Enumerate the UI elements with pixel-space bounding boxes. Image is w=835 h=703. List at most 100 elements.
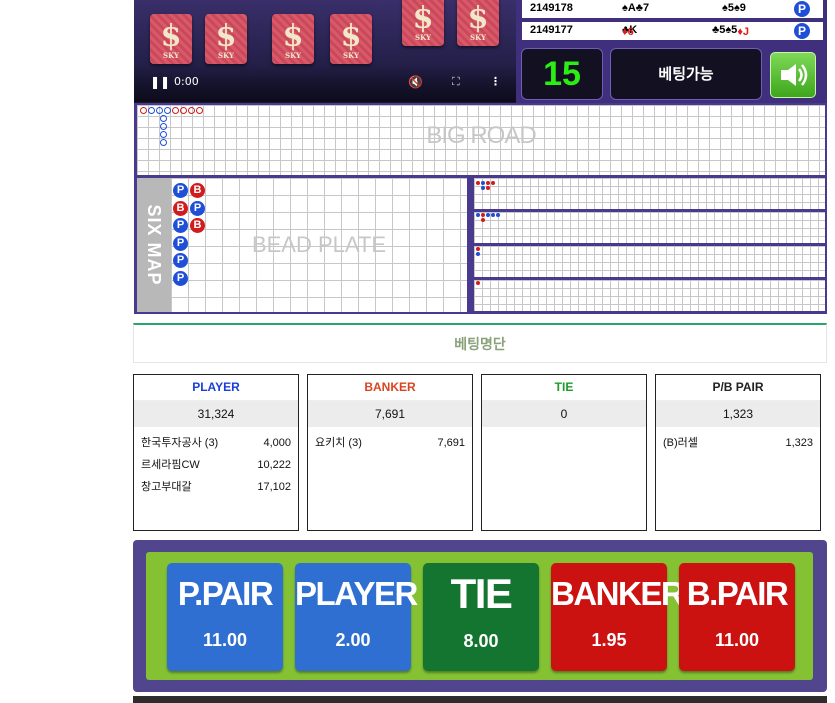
round-number: 2149178 xyxy=(530,2,573,14)
bettor-name: 요키치 (3) xyxy=(315,437,362,449)
history-row: 2149178 ♠A♣7 ♠5♠9 P xyxy=(522,0,823,18)
big-eye-road-grid xyxy=(474,178,825,209)
player-cards: ♦6 ♣K xyxy=(622,24,638,38)
column-total: 31,324 xyxy=(134,401,298,427)
bead-result: P xyxy=(173,183,188,198)
derived-road-mark xyxy=(476,213,480,217)
column-header: BANKER xyxy=(308,375,472,401)
result-badge: P xyxy=(794,23,810,39)
big-road-mark xyxy=(160,123,167,130)
small-road-grid xyxy=(474,212,825,243)
derived-road-mark xyxy=(496,213,500,217)
card-back: $ SKY xyxy=(402,0,444,46)
betting-list-title: 베팅명단 xyxy=(133,323,827,363)
derived-road-mark xyxy=(481,181,485,185)
pause-icon[interactable]: ❚❚ xyxy=(150,75,170,89)
big-road-mark xyxy=(188,107,195,114)
six-map-tab[interactable]: SIX MAP xyxy=(137,178,171,312)
video-time: 0:00 xyxy=(174,75,199,88)
bet-amount: 17,102 xyxy=(257,481,291,493)
derived-road-mark xyxy=(486,213,490,217)
result-badge: P xyxy=(794,1,810,17)
card-back: $ SKY xyxy=(205,14,247,64)
column-header: P/B PAIR xyxy=(656,375,820,401)
game-panel: 2149178 ♠A♣7 ♠5♠9 P 2149177 ♦6 ♣K ♣5♠5 ♦J … xyxy=(516,0,827,103)
more-options-icon[interactable]: ⋮ xyxy=(490,75,501,88)
bettor-row: 르세라핌CW 10,222 xyxy=(134,454,298,476)
bettor-name: 한국투자공사 (3) xyxy=(141,437,219,449)
six-map-label: SIX MAP xyxy=(144,204,164,286)
column-total: 7,691 xyxy=(308,401,472,427)
countdown-timer: 15 xyxy=(521,48,603,100)
derived-road-mark xyxy=(491,213,495,217)
big-road-mark xyxy=(160,131,167,138)
bet-label: B.PAIR xyxy=(686,575,789,612)
big-road-mark xyxy=(160,139,167,146)
bettor-row: 요키치 (3) 7,691 xyxy=(308,432,472,454)
column-header: TIE xyxy=(482,375,646,401)
bead-result: P xyxy=(173,235,188,251)
banker-cards: ♠5♠9 xyxy=(722,2,746,14)
bet-list-column: P/B PAIR 1,323 (B)러셀 1,323 xyxy=(655,374,821,531)
bet-odds: 2.00 xyxy=(335,630,371,650)
derived-road-mark xyxy=(476,252,480,256)
bet-button-p-pair[interactable]: P.PAIR 11.00 xyxy=(167,563,283,671)
big-road-mark xyxy=(180,107,187,114)
bet-amount: 10,222 xyxy=(257,459,291,471)
bet-label: TIE xyxy=(450,570,513,617)
bet-button-b-pair[interactable]: B.PAIR 11.00 xyxy=(679,563,795,671)
cockroach-road-grid xyxy=(474,246,825,277)
bead-result: B xyxy=(190,218,205,233)
derived-road-mark xyxy=(481,218,485,222)
bet-button-banker[interactable]: BANKER 1.95 xyxy=(551,563,685,671)
column-total: 1,323 xyxy=(656,401,820,427)
big-road-mark xyxy=(196,107,203,114)
extra-road-grid xyxy=(474,280,825,311)
derived-road-mark xyxy=(476,281,480,285)
round-number: 2149177 xyxy=(530,24,573,36)
bet-amount: 1,323 xyxy=(785,437,813,449)
derived-road-mark xyxy=(486,186,490,190)
bet-odds: 8.00 xyxy=(463,631,499,651)
big-road-label: BIG ROAD xyxy=(426,122,536,149)
big-road-mark xyxy=(164,107,171,114)
bet-odds: 11.00 xyxy=(202,630,248,650)
derived-road-mark xyxy=(486,181,490,185)
derived-road-mark xyxy=(491,181,495,185)
derived-road-mark xyxy=(476,181,480,185)
sound-toggle-button[interactable] xyxy=(770,52,816,98)
bead-result: B xyxy=(190,183,205,198)
big-road-mark xyxy=(160,115,167,122)
bead-result: P xyxy=(190,200,205,216)
bet-label: P.PAIR xyxy=(177,575,274,612)
speaker-icon xyxy=(781,64,808,86)
fullscreen-icon[interactable]: ⛶ xyxy=(452,75,460,89)
bet-button-player[interactable]: PLAYER 2.00 xyxy=(295,563,418,671)
bead-result: B xyxy=(173,200,188,216)
bead-result: P xyxy=(173,270,188,286)
card-back: $ SKY xyxy=(330,14,372,64)
bettor-row: 창고부대갈 17,102 xyxy=(134,476,298,498)
mute-icon[interactable]: 🔇 xyxy=(408,75,423,89)
bet-odds: 11.00 xyxy=(714,630,760,650)
derived-road-mark xyxy=(481,213,485,217)
card-back: $ SKY xyxy=(150,14,192,64)
bottom-bar xyxy=(133,696,827,703)
bet-list-column: PLAYER 31,324 한국투자공사 (3) 4,000 르세라핌CW 10,222 창… xyxy=(133,374,299,531)
bead-result: P xyxy=(173,253,188,268)
bet-amount: 7,691 xyxy=(437,437,465,449)
bead-result: P xyxy=(173,218,188,233)
bet-list-column: TIE 0 xyxy=(481,374,647,531)
big-road-mark xyxy=(172,107,179,114)
bettor-row: 한국투자공사 (3) 4,000 xyxy=(134,432,298,454)
history-row: 2149177 ♦6 ♣K ♣5♠5 ♦J P xyxy=(522,22,823,40)
bet-button-tie[interactable]: TIE 8.00 xyxy=(423,563,539,671)
bettor-name: 르세라핌CW xyxy=(141,459,200,471)
betting-status: 베팅가능 xyxy=(610,48,762,100)
bettor-name: (B)러셀 xyxy=(663,437,698,449)
derived-road-mark xyxy=(476,247,480,251)
bead-plate-label: BEAD PLATE xyxy=(251,232,387,257)
card-back: $ SKY xyxy=(272,14,314,64)
player-cards: ♠A♣7 xyxy=(622,2,650,14)
bet-label: PLAYER xyxy=(295,575,418,612)
